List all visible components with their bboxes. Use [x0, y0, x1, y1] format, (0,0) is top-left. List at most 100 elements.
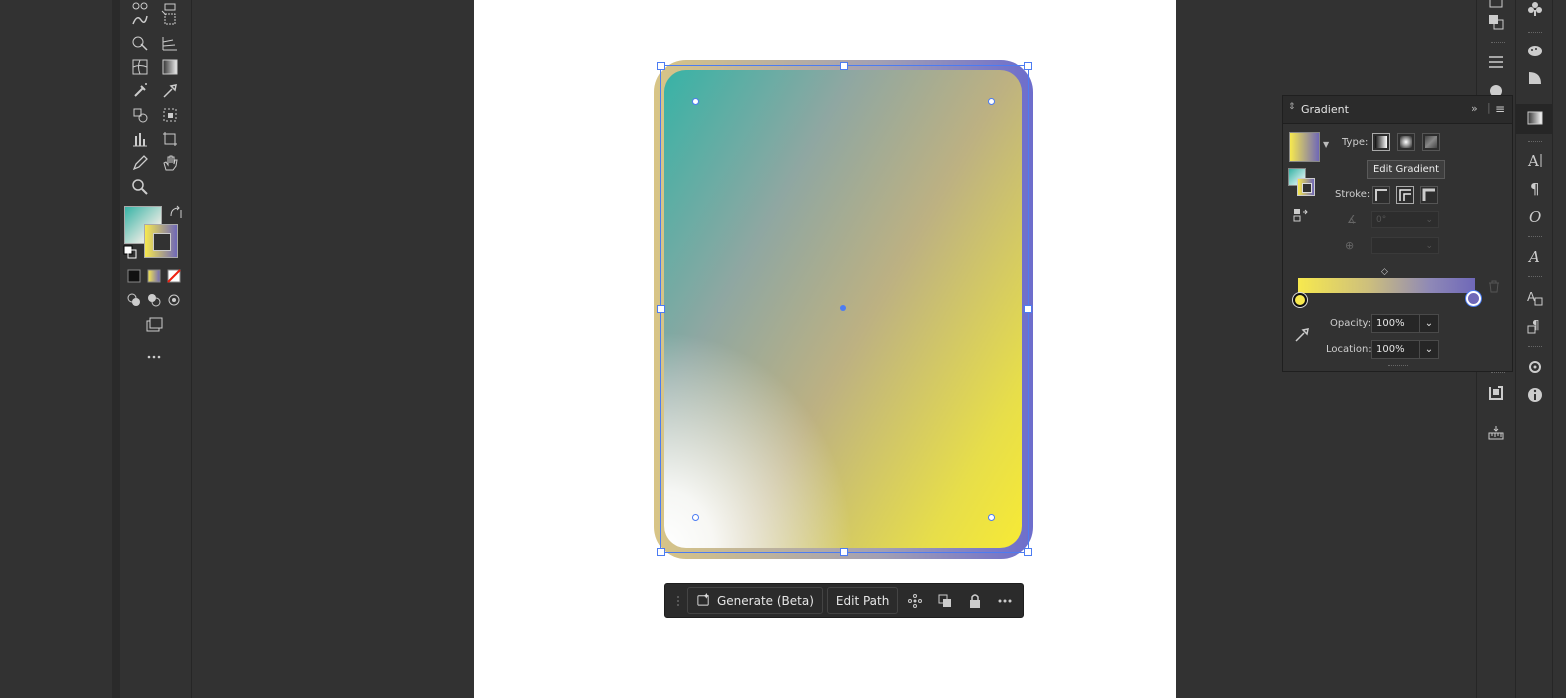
angle-field: 0° ⌄ — [1371, 211, 1439, 228]
symbols-icon[interactable] — [1523, 0, 1547, 20]
opentype-icon[interactable]: O — [1523, 205, 1547, 227]
toolbar-edge — [112, 0, 120, 698]
hand-tool-icon[interactable] — [158, 152, 182, 174]
linear-gradient-button[interactable] — [1372, 133, 1390, 151]
stroke-gradient-swatch[interactable] — [1297, 178, 1315, 196]
type-label: Type: — [1342, 137, 1369, 148]
puppet-warp-tool-icon[interactable] — [128, 8, 152, 30]
panel-menu-icon[interactable]: ≡ — [1495, 102, 1505, 116]
lock-icon[interactable] — [962, 588, 988, 614]
stroke-within-button[interactable] — [1372, 186, 1390, 204]
handle-middle-right[interactable] — [1024, 305, 1032, 313]
properties-gear-icon[interactable] — [1523, 356, 1547, 378]
generative-ai-icon — [696, 592, 711, 610]
free-transform-tool-icon[interactable] — [158, 8, 182, 30]
midpoint-diamond-icon[interactable]: ◇ — [1381, 267, 1388, 277]
duplicate-icon[interactable] — [932, 588, 958, 614]
handle-top-left[interactable] — [657, 62, 665, 70]
graphic-styles-icon[interactable] — [1523, 67, 1547, 89]
corner-radius-widget[interactable] — [988, 514, 995, 521]
shape-builder-tool-icon[interactable] — [128, 32, 152, 54]
generate-beta-button[interactable]: Generate (Beta) — [687, 587, 823, 614]
default-fill-stroke-icon[interactable] — [120, 242, 140, 262]
location-value: 100% — [1376, 344, 1405, 355]
none-mode-icon[interactable] — [162, 265, 186, 287]
handle-bottom-center[interactable] — [840, 548, 848, 556]
location-field[interactable]: 100% ⌄ — [1371, 340, 1439, 359]
center-point — [840, 305, 846, 311]
pathfinder-icon[interactable] — [1484, 11, 1508, 33]
left-gutter — [0, 0, 112, 698]
opacity-value: 100% — [1376, 318, 1405, 329]
glyphs-icon[interactable]: A — [1523, 245, 1547, 267]
paragraph-styles-icon[interactable]: ¶ — [1523, 315, 1547, 337]
more-tools-icon[interactable] — [142, 346, 166, 368]
dock-column-2: A ¶ O A A ¶ — [1515, 0, 1553, 698]
character-styles-icon[interactable]: A — [1523, 287, 1547, 309]
handle-bottom-left[interactable] — [657, 548, 665, 556]
eyedropper-tool-icon[interactable] — [158, 80, 182, 102]
swap-fill-stroke-icon[interactable] — [164, 202, 188, 224]
handle-top-center[interactable] — [840, 62, 848, 70]
opacity-dropdown-icon[interactable]: ⌄ — [1419, 315, 1438, 332]
edit-path-label: Edit Path — [835, 593, 890, 608]
handle-bottom-right[interactable] — [1024, 548, 1032, 556]
gradient-preview-swatch[interactable] — [1289, 132, 1320, 162]
stroke-across-button[interactable] — [1420, 186, 1438, 204]
stroke-label: Stroke: — [1335, 189, 1371, 200]
drag-handle-icon[interactable] — [673, 588, 683, 614]
opacity-field[interactable]: 100% ⌄ — [1371, 314, 1439, 333]
handle-middle-left[interactable] — [657, 305, 665, 313]
corner-radius-widget[interactable] — [988, 98, 995, 105]
column-graph-tool-icon[interactable] — [128, 128, 152, 150]
symbol-sprayer-tool-icon[interactable] — [128, 80, 152, 102]
delete-stop-icon[interactable] — [1488, 280, 1500, 293]
reverse-gradient-icon[interactable] — [1293, 208, 1309, 222]
gradient-tool-icon[interactable] — [158, 56, 182, 78]
character-icon[interactable]: A — [1523, 149, 1547, 171]
panel-resize-grip[interactable] — [1388, 365, 1408, 367]
edit-path-button[interactable]: Edit Path — [826, 587, 899, 614]
mesh-tool-icon[interactable] — [128, 56, 152, 78]
panel-header: ⇕ Gradient » | ≡ — [1283, 96, 1512, 124]
gradient-dropdown-icon[interactable]: ▼ — [1323, 140, 1329, 149]
screen-mode-icon[interactable] — [142, 314, 166, 336]
angle-value: 0° — [1376, 214, 1387, 225]
layers-menu-icon[interactable] — [1484, 51, 1508, 73]
contextual-task-bar: Generate (Beta) Edit Path — [664, 583, 1024, 618]
gradient-stop-yellow[interactable] — [1293, 293, 1307, 307]
info-icon[interactable] — [1523, 384, 1547, 406]
brushes-icon[interactable] — [1523, 39, 1547, 61]
corner-radius-widget[interactable] — [692, 514, 699, 521]
slice-tool-icon[interactable] — [158, 128, 182, 150]
measure-icon[interactable] — [1484, 423, 1508, 445]
recolor-icon[interactable] — [902, 588, 928, 614]
gradient-slider[interactable] — [1298, 278, 1475, 293]
draw-inside-icon[interactable] — [162, 289, 186, 311]
gradient-stop-purple[interactable] — [1466, 291, 1481, 306]
panel-title: Gradient — [1301, 103, 1349, 116]
opacity-label: Opacity: — [1330, 318, 1372, 329]
location-dropdown-icon[interactable]: ⌄ — [1419, 341, 1438, 358]
panel-expand-icon[interactable]: » — [1471, 102, 1478, 115]
pasteboard — [192, 0, 473, 698]
live-paint-bucket-tool-icon[interactable] — [128, 104, 152, 126]
gradient-panel-icon[interactable] — [1523, 107, 1547, 129]
handle-top-right[interactable] — [1024, 62, 1032, 70]
panel-collapse-icon[interactable]: ⇕ — [1288, 102, 1296, 112]
more-options-icon[interactable] — [992, 588, 1018, 614]
paragraph-icon[interactable]: ¶ — [1523, 177, 1547, 199]
stroke-swatch[interactable] — [144, 224, 178, 258]
svg-text:A: A — [1527, 152, 1539, 169]
zoom-tool-icon[interactable] — [128, 176, 152, 198]
perspective-grid-tool-icon[interactable] — [158, 32, 182, 54]
stroke-along-button[interactable] — [1396, 186, 1414, 204]
live-paint-selection-tool-icon[interactable] — [158, 104, 182, 126]
eyedropper-icon[interactable] — [1293, 326, 1311, 344]
freeform-gradient-button[interactable] — [1422, 133, 1440, 151]
angle-icon: ∡ — [1347, 213, 1357, 226]
pencil-tool-icon[interactable] — [128, 152, 152, 174]
links-icon[interactable] — [1484, 382, 1508, 404]
corner-radius-widget[interactable] — [692, 98, 699, 105]
radial-gradient-button[interactable] — [1397, 133, 1415, 151]
